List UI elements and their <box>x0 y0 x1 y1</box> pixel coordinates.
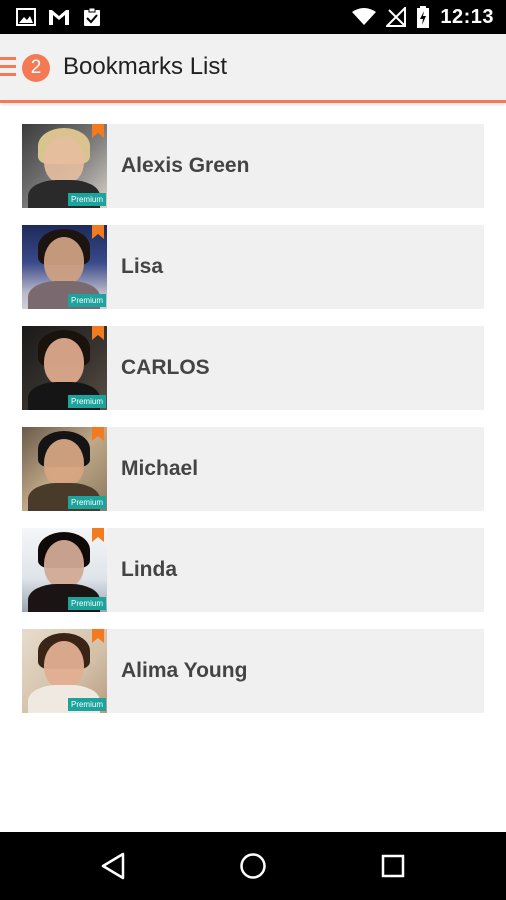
bookmark-ribbon-icon <box>92 124 104 143</box>
list-item[interactable]: Premium Linda <box>22 528 484 612</box>
status-time: 12:13 <box>440 5 494 28</box>
list-item[interactable]: Premium Michael <box>22 427 484 511</box>
list-item[interactable]: Premium Alexis Green <box>22 124 484 208</box>
list-item[interactable]: Premium CARLOS <box>22 326 484 410</box>
bookmark-name: Alima Young <box>121 659 248 682</box>
bookmark-name: Lisa <box>121 255 164 278</box>
back-icon[interactable] <box>83 832 143 900</box>
bookmark-ribbon-icon <box>92 528 104 547</box>
battery-charging-icon <box>416 6 430 28</box>
bookmark-name: CARLOS <box>121 356 210 379</box>
bookmark-name: Linda <box>121 558 177 581</box>
wifi-icon <box>352 8 377 26</box>
avatar: Premium <box>22 326 107 410</box>
bookmark-name: Michael <box>121 457 199 480</box>
premium-badge: Premium <box>67 294 106 307</box>
clipboard-check-icon <box>82 7 102 27</box>
avatar: Premium <box>22 528 107 612</box>
avatar: Premium <box>22 629 107 713</box>
bookmark-ribbon-icon <box>92 326 104 345</box>
premium-badge: Premium <box>67 597 106 610</box>
image-icon <box>16 8 36 26</box>
app-bar: 2 Bookmarks List <box>0 34 506 103</box>
home-icon[interactable] <box>223 832 283 900</box>
status-bar: 12:13 <box>0 0 506 34</box>
gmail-icon <box>48 8 70 26</box>
bookmark-ribbon-icon <box>92 427 104 446</box>
premium-badge: Premium <box>67 698 106 711</box>
premium-badge: Premium <box>67 496 106 509</box>
avatar: Premium <box>22 427 107 511</box>
no-signal-icon <box>386 7 407 27</box>
premium-badge: Premium <box>67 395 106 408</box>
premium-badge: Premium <box>67 193 106 206</box>
navigation-bar <box>0 832 506 900</box>
list-item[interactable]: Premium Alima Young <box>22 629 484 713</box>
bookmark-ribbon-icon <box>92 629 104 648</box>
avatar: Premium <box>22 225 107 309</box>
hamburger-menu-icon[interactable] <box>0 57 16 82</box>
notification-badge[interactable]: 2 <box>22 54 50 82</box>
page-title: Bookmarks List <box>63 53 228 80</box>
avatar: Premium <box>22 124 107 208</box>
bookmarks-list: Premium Alexis Green Premium Lisa Premiu… <box>22 124 484 730</box>
bookmark-ribbon-icon <box>92 225 104 244</box>
bookmark-name: Alexis Green <box>121 154 250 177</box>
list-item[interactable]: Premium Lisa <box>22 225 484 309</box>
recents-icon[interactable] <box>363 832 423 900</box>
